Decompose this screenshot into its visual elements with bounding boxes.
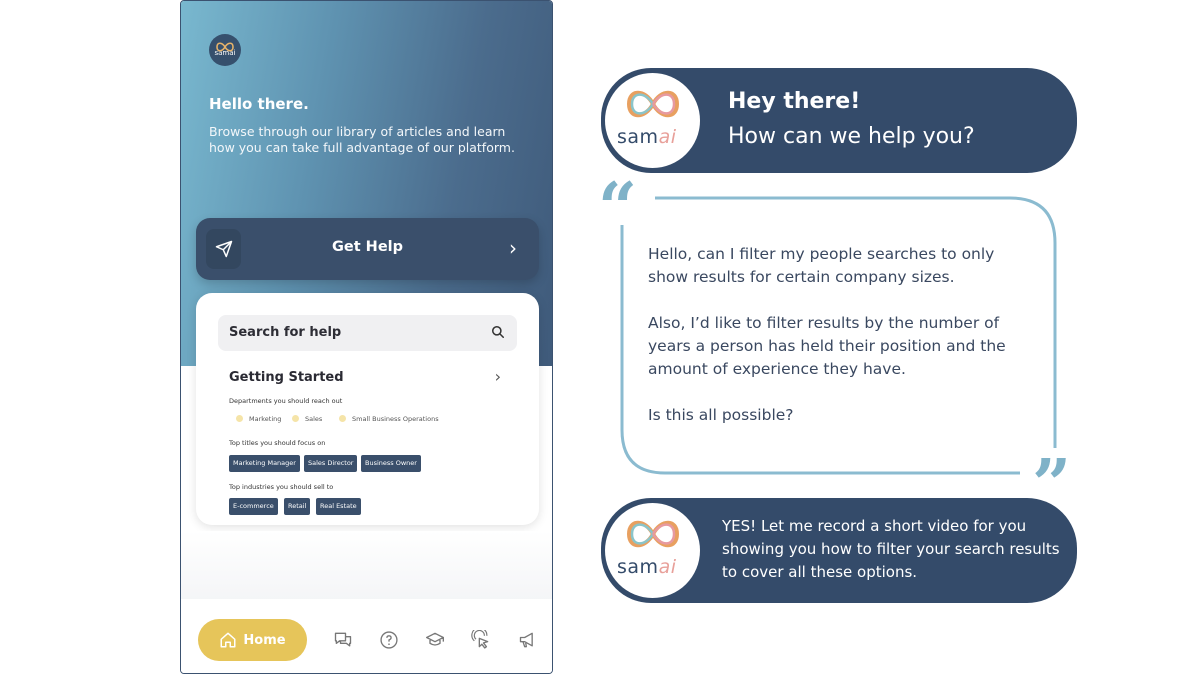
- dot-icon: [292, 415, 299, 422]
- getting-started-title[interactable]: Getting Started: [229, 370, 344, 385]
- avatar-word-sam: sam: [617, 126, 659, 148]
- title-chip[interactable]: Sales Director: [304, 455, 358, 472]
- fade-area: [181, 531, 552, 601]
- message-paragraph: Hello, can I filter my people searches t…: [648, 245, 995, 286]
- get-help-label: Get Help: [331, 239, 404, 255]
- search-placeholder: Search for help: [229, 325, 342, 340]
- help-card: Search for help Getting Started › Depart…: [196, 293, 539, 525]
- industry-chip[interactable]: E-commerce: [229, 498, 278, 515]
- user-message: Hello, can I filter my people searches t…: [648, 243, 1033, 450]
- avatar-word-ai: ai: [658, 126, 677, 148]
- search-icon: [491, 325, 505, 339]
- chat-icon[interactable]: [333, 630, 353, 650]
- avatar-word-ai: ai: [658, 556, 677, 578]
- greeting-title: Hey there!: [728, 89, 861, 114]
- chevron-right-icon[interactable]: ›: [495, 367, 501, 386]
- titles-label: Top titles you should focus on: [229, 439, 326, 447]
- phone-mockup: samai Hello there. Browse through our li…: [180, 0, 553, 674]
- megaphone-icon[interactable]: [518, 630, 538, 650]
- samai-avatar: samai: [605, 503, 700, 598]
- intro-text: Browse through our library of articles a…: [209, 124, 515, 155]
- home-label: Home: [243, 632, 286, 648]
- title-chip[interactable]: Marketing Manager: [229, 455, 300, 472]
- samai-avatar: samai: [605, 73, 700, 168]
- avatar-word-sam: sam: [617, 556, 659, 578]
- infinity-logo-icon: [626, 90, 680, 118]
- message-paragraph: Also, I’d like to filter results by the …: [648, 314, 1006, 378]
- bot-reply: YES! Let me record a short video for you…: [722, 517, 1060, 581]
- industries-label: Top industries you should sell to: [229, 483, 334, 491]
- get-help-button[interactable]: Get Help ›: [196, 218, 539, 280]
- department-item: Sales: [292, 415, 322, 423]
- greeting-bubble: samai Hey there! How can we help you?: [601, 68, 1077, 173]
- departments-label: Departments you should reach out: [229, 397, 343, 405]
- home-icon: [220, 632, 236, 648]
- industry-chip[interactable]: Real Estate: [316, 498, 361, 515]
- department-item: Small Business Operations: [339, 415, 439, 423]
- chevron-right-icon: ›: [509, 236, 517, 260]
- graduation-cap-icon[interactable]: [424, 630, 446, 650]
- title-chip[interactable]: Business Owner: [361, 455, 421, 472]
- bottom-nav: Home: [181, 599, 552, 673]
- industry-chip[interactable]: Retail: [284, 498, 311, 515]
- pointer-click-icon[interactable]: [471, 630, 491, 650]
- greeting-heading: Hello there.: [209, 95, 309, 113]
- home-button[interactable]: Home: [198, 619, 307, 661]
- dot-icon: [339, 415, 346, 422]
- greeting-question: How can we help you?: [728, 124, 975, 149]
- dot-icon: [236, 415, 243, 422]
- message-paragraph: Is this all possible?: [648, 406, 794, 424]
- infinity-logo-icon: [626, 520, 680, 548]
- search-input[interactable]: Search for help: [218, 315, 517, 351]
- department-item: Marketing: [236, 415, 281, 423]
- reply-bubble: samai YES! Let me record a short video f…: [601, 498, 1077, 603]
- samai-logo: samai: [209, 34, 241, 66]
- help-icon[interactable]: [379, 630, 399, 650]
